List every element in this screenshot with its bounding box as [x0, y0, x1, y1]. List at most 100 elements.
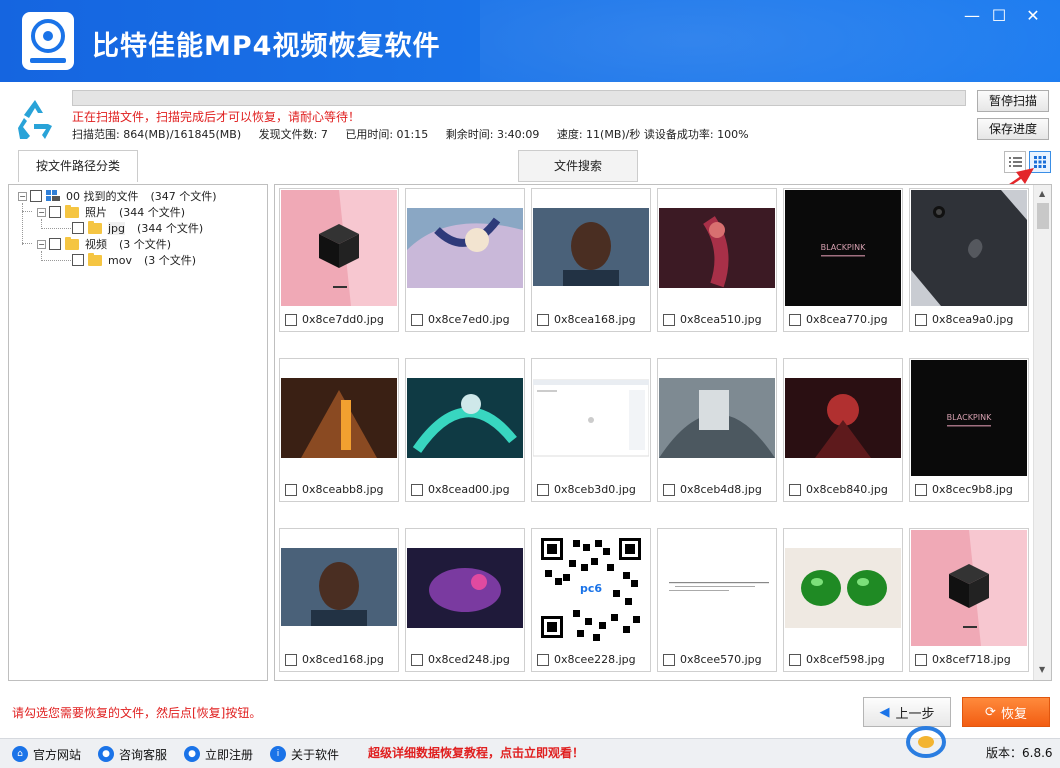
save-progress-button[interactable]: 保存进度: [977, 118, 1049, 140]
checkbox[interactable]: [30, 190, 42, 202]
file-tile[interactable]: 0x8ceb840.jpg: [783, 358, 903, 502]
file-caption: 0x8cea510.jpg: [663, 313, 762, 326]
file-checkbox[interactable]: [915, 313, 927, 326]
tree-item-photos[interactable]: − 照片 (344 个文件): [37, 204, 185, 220]
file-checkbox[interactable]: [411, 483, 423, 496]
file-caption: 0x8cef718.jpg: [915, 653, 1011, 666]
file-name: 0x8cea168.jpg: [554, 313, 636, 326]
support-link[interactable]: ● 咨询客服: [98, 744, 167, 764]
file-tile[interactable]: BLACKPINK 0x8cec9b8.jpg: [909, 358, 1029, 502]
file-checkbox[interactable]: [663, 313, 675, 326]
checkbox[interactable]: [49, 206, 61, 218]
file-tile[interactable]: 0x8ceabb8.jpg: [279, 358, 399, 502]
scroll-down-icon[interactable]: ▼: [1039, 665, 1045, 674]
file-tile[interactable]: 0x8cef718.jpg: [909, 528, 1029, 672]
file-tile[interactable]: 0x8cea510.jpg: [657, 188, 777, 332]
scrollbar-thumb[interactable]: [1037, 203, 1049, 229]
file-thumbnail[interactable]: [407, 530, 523, 646]
tree-item-videos[interactable]: − 视频 (3 个文件): [37, 236, 171, 252]
file-checkbox[interactable]: [411, 313, 423, 326]
file-checkbox[interactable]: [285, 653, 297, 666]
file-tile[interactable]: 0x8cef598.jpg: [783, 528, 903, 672]
file-checkbox[interactable]: [411, 653, 423, 666]
file-checkbox[interactable]: [915, 653, 927, 666]
file-thumbnail[interactable]: [281, 360, 397, 476]
file-tile[interactable]: 0x8ce7dd0.jpg: [279, 188, 399, 332]
tutorial-link[interactable]: 超级详细数据恢复教程，点击立即观看！: [368, 744, 584, 761]
file-thumbnail[interactable]: [533, 360, 649, 476]
collapse-icon[interactable]: −: [37, 239, 46, 249]
file-thumbnail[interactable]: [659, 190, 775, 306]
file-thumbnail[interactable]: [659, 360, 775, 476]
checkbox[interactable]: [49, 238, 61, 250]
file-tile[interactable]: 0x8ce7ed0.jpg: [405, 188, 525, 332]
file-tile[interactable]: 0x8cea9a0.jpg: [909, 188, 1029, 332]
scan-status-area: 正在扫描文件，扫描完成后才可以恢复，请耐心等待！ 扫描范围: 864(MB)/1…: [0, 84, 1060, 146]
file-tile[interactable]: 0x8ceb3d0.jpg: [531, 358, 651, 502]
file-caption: 0x8cead00.jpg: [411, 483, 510, 496]
file-checkbox[interactable]: [537, 483, 549, 496]
file-tile[interactable]: BLACKPINK 0x8cea770.jpg: [783, 188, 903, 332]
scan-speed: 速度: 11(MB)/秒 读设备成功率: 100%: [556, 128, 749, 141]
file-caption: 0x8cee570.jpg: [663, 653, 762, 666]
pause-scan-button[interactable]: 暂停扫描: [977, 90, 1049, 112]
file-thumbnail[interactable]: [785, 530, 901, 646]
file-checkbox[interactable]: [285, 313, 297, 326]
maximize-button[interactable]: ☐: [985, 4, 1013, 28]
file-checkbox[interactable]: [537, 653, 549, 666]
about-link[interactable]: i 关于软件: [270, 744, 339, 764]
file-checkbox[interactable]: [663, 653, 675, 666]
file-checkbox[interactable]: [663, 483, 675, 496]
tree-item-label: 视频: [85, 238, 107, 251]
computer-icon: [46, 190, 60, 201]
close-button[interactable]: ✕: [1019, 4, 1047, 28]
register-link[interactable]: ● 立即注册: [184, 744, 253, 764]
file-name: 0x8ce7ed0.jpg: [428, 313, 510, 326]
file-checkbox[interactable]: [915, 483, 927, 496]
file-thumbnail[interactable]: [281, 190, 397, 306]
file-name: 0x8cea510.jpg: [680, 313, 762, 326]
file-caption: 0x8cec9b8.jpg: [915, 483, 1013, 496]
tab-by-path[interactable]: 按文件路径分类: [18, 150, 138, 182]
vertical-scrollbar[interactable]: ▲ ▼: [1033, 185, 1051, 680]
file-thumbnail[interactable]: [407, 190, 523, 306]
file-tile[interactable]: 0x8cee570.jpg: [657, 528, 777, 672]
tree-item-mov[interactable]: mov (3 个文件): [72, 252, 196, 268]
file-thumbnail[interactable]: BLACKPINK: [785, 190, 901, 306]
file-thumbnail[interactable]: BLACKPINK: [911, 360, 1027, 476]
minimize-button[interactable]: —: [958, 4, 986, 28]
scroll-up-icon[interactable]: ▲: [1039, 189, 1045, 198]
app-title: 比特佳能MP4视频恢复软件: [92, 31, 441, 62]
file-thumbnail[interactable]: [911, 530, 1027, 646]
checkbox[interactable]: [72, 222, 84, 234]
file-thumbnail[interactable]: [911, 190, 1027, 306]
file-tile[interactable]: 0x8ceb4d8.jpg: [657, 358, 777, 502]
file-checkbox[interactable]: [285, 483, 297, 496]
tree-item-found-files[interactable]: − 00 找到的文件 (347 个文件): [18, 188, 217, 204]
file-caption: 0x8ced168.jpg: [285, 653, 384, 666]
thumbnail-grid: 0x8ce7dd0.jpg 0x8ce7ed0.jpg 0x8cea168.jpg 0…: [274, 184, 1052, 681]
file-thumbnail[interactable]: [407, 360, 523, 476]
file-thumbnail[interactable]: [785, 360, 901, 476]
file-thumbnail[interactable]: pc6: [533, 530, 649, 646]
tree-item-count: (347 个文件): [150, 190, 217, 203]
file-tile[interactable]: 0x8ced248.jpg: [405, 528, 525, 672]
file-checkbox[interactable]: [789, 483, 801, 496]
collapse-icon[interactable]: −: [18, 191, 27, 201]
tree-item-label: 照片: [85, 206, 107, 219]
collapse-icon[interactable]: −: [37, 207, 46, 217]
file-tile[interactable]: 0x8ced168.jpg: [279, 528, 399, 672]
tree-item-jpg[interactable]: jpg (344 个文件): [72, 220, 203, 236]
website-link[interactable]: ⌂ 官方网站: [12, 744, 81, 764]
file-tile[interactable]: pc6 0x8cee228.jpg: [531, 528, 651, 672]
file-thumbnail[interactable]: [533, 190, 649, 306]
file-checkbox[interactable]: [789, 313, 801, 326]
file-thumbnail[interactable]: [659, 530, 775, 646]
tab-file-search[interactable]: 文件搜索: [518, 150, 638, 182]
file-thumbnail[interactable]: [281, 530, 397, 646]
file-tile[interactable]: 0x8cea168.jpg: [531, 188, 651, 332]
file-tile[interactable]: 0x8cead00.jpg: [405, 358, 525, 502]
file-checkbox[interactable]: [537, 313, 549, 326]
checkbox[interactable]: [72, 254, 84, 266]
file-checkbox[interactable]: [789, 653, 801, 666]
